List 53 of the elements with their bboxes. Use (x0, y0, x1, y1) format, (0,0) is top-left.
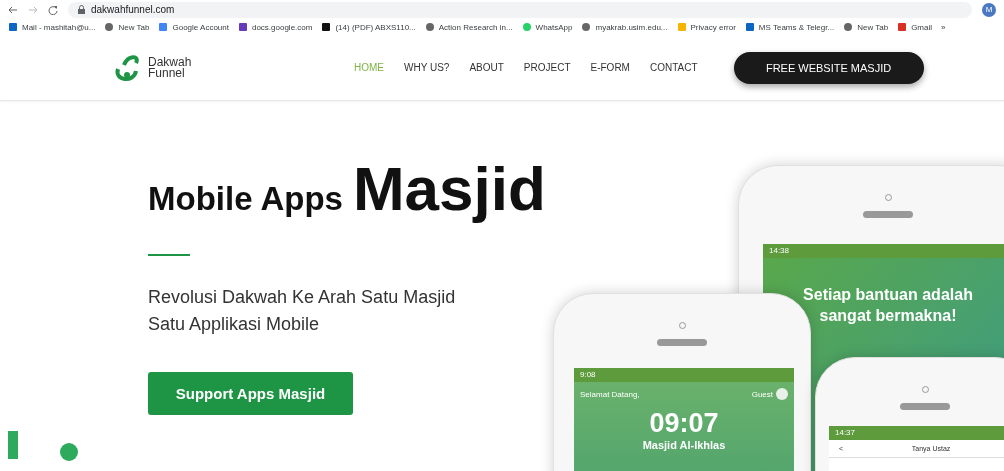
bookmark-icon (897, 22, 908, 32)
logo-text: Funnel (148, 67, 185, 79)
bookmark-link[interactable]: (14) (PDF) ABXS110... (335, 22, 416, 32)
status-time: 14:38 (769, 246, 790, 256)
greeting-text: Selamat Datang, (580, 389, 640, 399)
bookmark-link[interactable]: Action Research in... (438, 22, 513, 32)
decor-circle (60, 443, 78, 461)
free-website-button[interactable]: FREE WEBSITE MASJID (733, 51, 924, 84)
user-name: Guest (751, 389, 773, 399)
lock-icon (78, 5, 85, 14)
bookmark-link[interactable]: myakrab.usim.edu... (595, 22, 668, 32)
address-bar[interactable]: dakwahfunnel.com (68, 1, 972, 18)
reload-icon[interactable] (48, 4, 58, 15)
support-button[interactable]: Support Apps Masjid (148, 372, 353, 415)
bookmark-link[interactable]: Gmail (911, 22, 933, 32)
speaker-slot (657, 339, 707, 346)
hero-title: Masjid (352, 153, 546, 224)
speaker-slot (900, 403, 950, 410)
bookmark-icon (744, 22, 755, 32)
logo-text: Dakwah (148, 56, 192, 68)
banner-headline: sangat bermakna! (818, 306, 958, 326)
hero-subtitle: Satu Applikasi Mobile (148, 313, 320, 336)
bookmark-icon (237, 22, 248, 32)
bookmark-link[interactable]: docs.google.com (251, 22, 313, 32)
avatar-icon (776, 388, 788, 400)
status-time: 14:37 (835, 428, 856, 438)
speaker-slot (863, 211, 913, 218)
nav-link[interactable]: WHY US? (404, 62, 450, 73)
bookmark-link[interactable]: New Tab (857, 22, 889, 32)
bookmark-icon (321, 22, 332, 32)
nav-link[interactable]: CONTACT (649, 62, 698, 73)
status-time: 9:08 (580, 370, 596, 380)
nav-link[interactable]: E-FORM (590, 62, 630, 73)
bookmark-link[interactable]: MS Teams & Telegr... (758, 22, 835, 32)
hero-subtitle: Revolusi Dakwah Ke Arah Satu Masjid (148, 286, 456, 309)
bookmark-icon (8, 22, 18, 32)
nav-link[interactable]: ABOUT (469, 62, 504, 73)
nav-link[interactable]: PROJECT (523, 62, 571, 73)
bookmark-link[interactable]: New Tab (118, 22, 150, 32)
profile-avatar[interactable]: M (982, 2, 996, 17)
more-bookmarks[interactable]: » (941, 22, 946, 32)
hero-title: Mobile Apps (148, 180, 343, 218)
banner-headline: Setiap bantuan adalah (802, 285, 974, 305)
bookmark-icon (676, 22, 687, 32)
bookmark-link[interactable]: Google Account (172, 22, 229, 32)
clock-text: 09:07 (648, 408, 720, 439)
bookmark-icon (158, 22, 169, 32)
bookmark-link[interactable]: WhatsApp (535, 22, 573, 32)
decor-bar (8, 431, 18, 459)
bookmark-link[interactable]: Privacy error (690, 22, 736, 32)
bookmark-link[interactable]: Mail - mashitah@u... (22, 22, 96, 32)
back-arrow-icon[interactable] (8, 5, 18, 14)
mosque-name: Masjid Al-Ikhlas (641, 439, 727, 451)
